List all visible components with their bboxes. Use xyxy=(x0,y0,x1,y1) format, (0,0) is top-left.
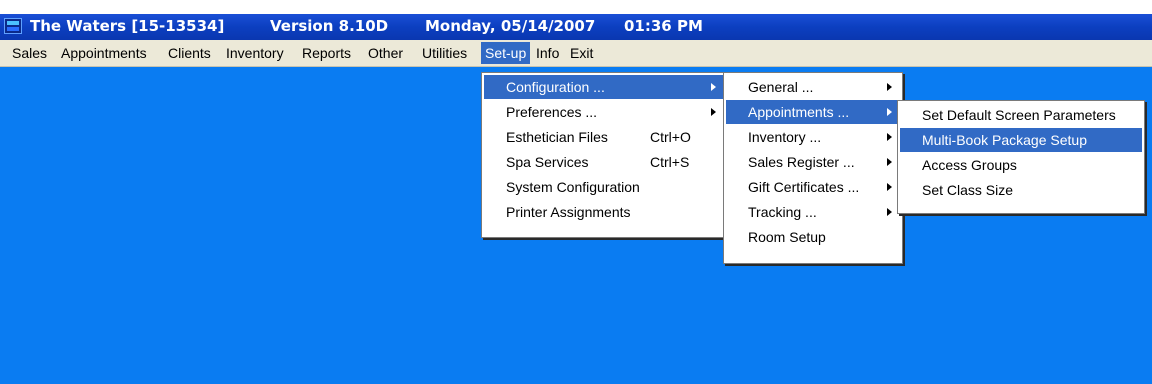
menu-item-set-class-size[interactable]: Set Class Size xyxy=(900,178,1142,202)
menu-item-spa-services[interactable]: Spa Services Ctrl+S xyxy=(484,150,724,174)
submenu-arrow-icon xyxy=(887,83,892,91)
menu-inventory[interactable]: Inventory xyxy=(222,43,288,63)
submenu-arrow-icon xyxy=(887,108,892,116)
menu-item-general[interactable]: General ... xyxy=(726,75,900,99)
menu-sales[interactable]: Sales xyxy=(8,43,51,63)
menu-exit[interactable]: Exit xyxy=(566,43,597,63)
menu-item-gift-certificates[interactable]: Gift Certificates ... xyxy=(726,175,900,199)
version-label: Version 8.10D xyxy=(270,17,389,35)
menu-setup[interactable]: Set-up xyxy=(481,42,531,64)
date-label: Monday, 05/14/2007 xyxy=(425,17,596,35)
menu-item-inventory[interactable]: Inventory ... xyxy=(726,125,900,149)
time-label: 01:36 PM xyxy=(624,17,703,35)
setup-menu: Configuration ... Preferences ... Esthet… xyxy=(481,72,727,238)
menu-utilities[interactable]: Utilities xyxy=(418,43,471,63)
submenu-arrow-icon xyxy=(887,158,892,166)
top-strip xyxy=(0,0,1152,14)
configuration-submenu: General ... Appointments ... Inventory .… xyxy=(723,72,903,264)
menu-item-system-configuration[interactable]: System Configuration xyxy=(484,175,724,199)
app-icon xyxy=(4,18,22,34)
shortcut-label: Ctrl+S xyxy=(650,154,690,170)
submenu-arrow-icon xyxy=(887,208,892,216)
menu-clients[interactable]: Clients xyxy=(164,43,215,63)
shortcut-label: Ctrl+O xyxy=(650,129,691,145)
menu-other[interactable]: Other xyxy=(364,43,407,63)
menu-item-printer-assignments[interactable]: Printer Assignments xyxy=(484,200,724,224)
title-bar: The Waters [15-13534] Version 8.10D Mond… xyxy=(0,14,1152,40)
menu-reports[interactable]: Reports xyxy=(298,43,355,63)
menu-item-esthetician-files[interactable]: Esthetician Files Ctrl+O xyxy=(484,125,724,149)
menu-item-appointments[interactable]: Appointments ... xyxy=(726,100,900,124)
menu-info[interactable]: Info xyxy=(532,43,563,63)
menu-item-configuration[interactable]: Configuration ... xyxy=(484,75,724,99)
menu-bar: Sales Appointments Clients Inventory Rep… xyxy=(0,40,1152,67)
menu-item-multi-book-package-setup[interactable]: Multi-Book Package Setup xyxy=(900,128,1142,152)
menu-item-access-groups[interactable]: Access Groups xyxy=(900,153,1142,177)
submenu-arrow-icon xyxy=(711,83,716,91)
appointments-submenu: Set Default Screen Parameters Multi-Book… xyxy=(897,100,1145,214)
submenu-arrow-icon xyxy=(887,133,892,141)
menu-item-set-default-screen-parameters[interactable]: Set Default Screen Parameters xyxy=(900,103,1142,127)
submenu-arrow-icon xyxy=(711,108,716,116)
menu-item-preferences[interactable]: Preferences ... xyxy=(484,100,724,124)
menu-item-tracking[interactable]: Tracking ... xyxy=(726,200,900,224)
app-title: The Waters [15-13534] xyxy=(30,17,225,35)
menu-item-room-setup[interactable]: Room Setup xyxy=(726,225,900,249)
menu-appointments[interactable]: Appointments xyxy=(57,43,151,63)
menu-item-sales-register[interactable]: Sales Register ... xyxy=(726,150,900,174)
submenu-arrow-icon xyxy=(887,183,892,191)
